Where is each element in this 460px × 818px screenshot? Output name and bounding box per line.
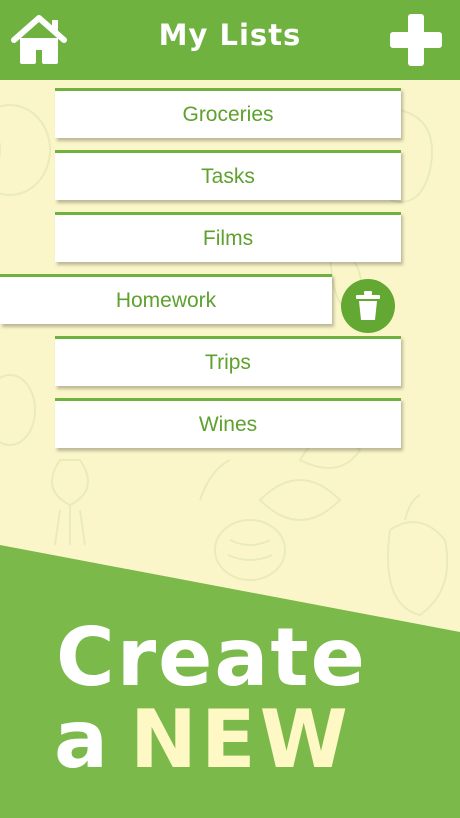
header-bar: My Lists: [0, 0, 460, 80]
list-item-films[interactable]: Films: [55, 212, 401, 262]
list-item-label: Homework: [115, 288, 217, 312]
list-item-label: Groceries: [182, 102, 274, 126]
list-item-label: Films: [202, 226, 254, 250]
add-list-button[interactable]: [388, 12, 444, 68]
create-new-heading-line1: Create: [56, 611, 367, 704]
list-item-label: Tasks: [201, 164, 255, 188]
list-item-tasks[interactable]: Tasks: [55, 150, 401, 200]
list-item-label: Wines: [198, 412, 258, 436]
create-new-heading-new: NEW: [130, 693, 352, 786]
create-new-heading-a: a: [54, 693, 108, 786]
list-item-trips[interactable]: Trips: [55, 336, 401, 386]
delete-list-button[interactable]: [341, 279, 395, 333]
list-item-wines[interactable]: Wines: [55, 398, 401, 448]
plus-icon: [390, 14, 442, 66]
list-item-label: Trips: [205, 350, 251, 374]
list-item-groceries[interactable]: Groceries: [55, 88, 401, 138]
list-item-homework[interactable]: Homework: [0, 274, 332, 324]
trash-icon: [356, 291, 380, 320]
